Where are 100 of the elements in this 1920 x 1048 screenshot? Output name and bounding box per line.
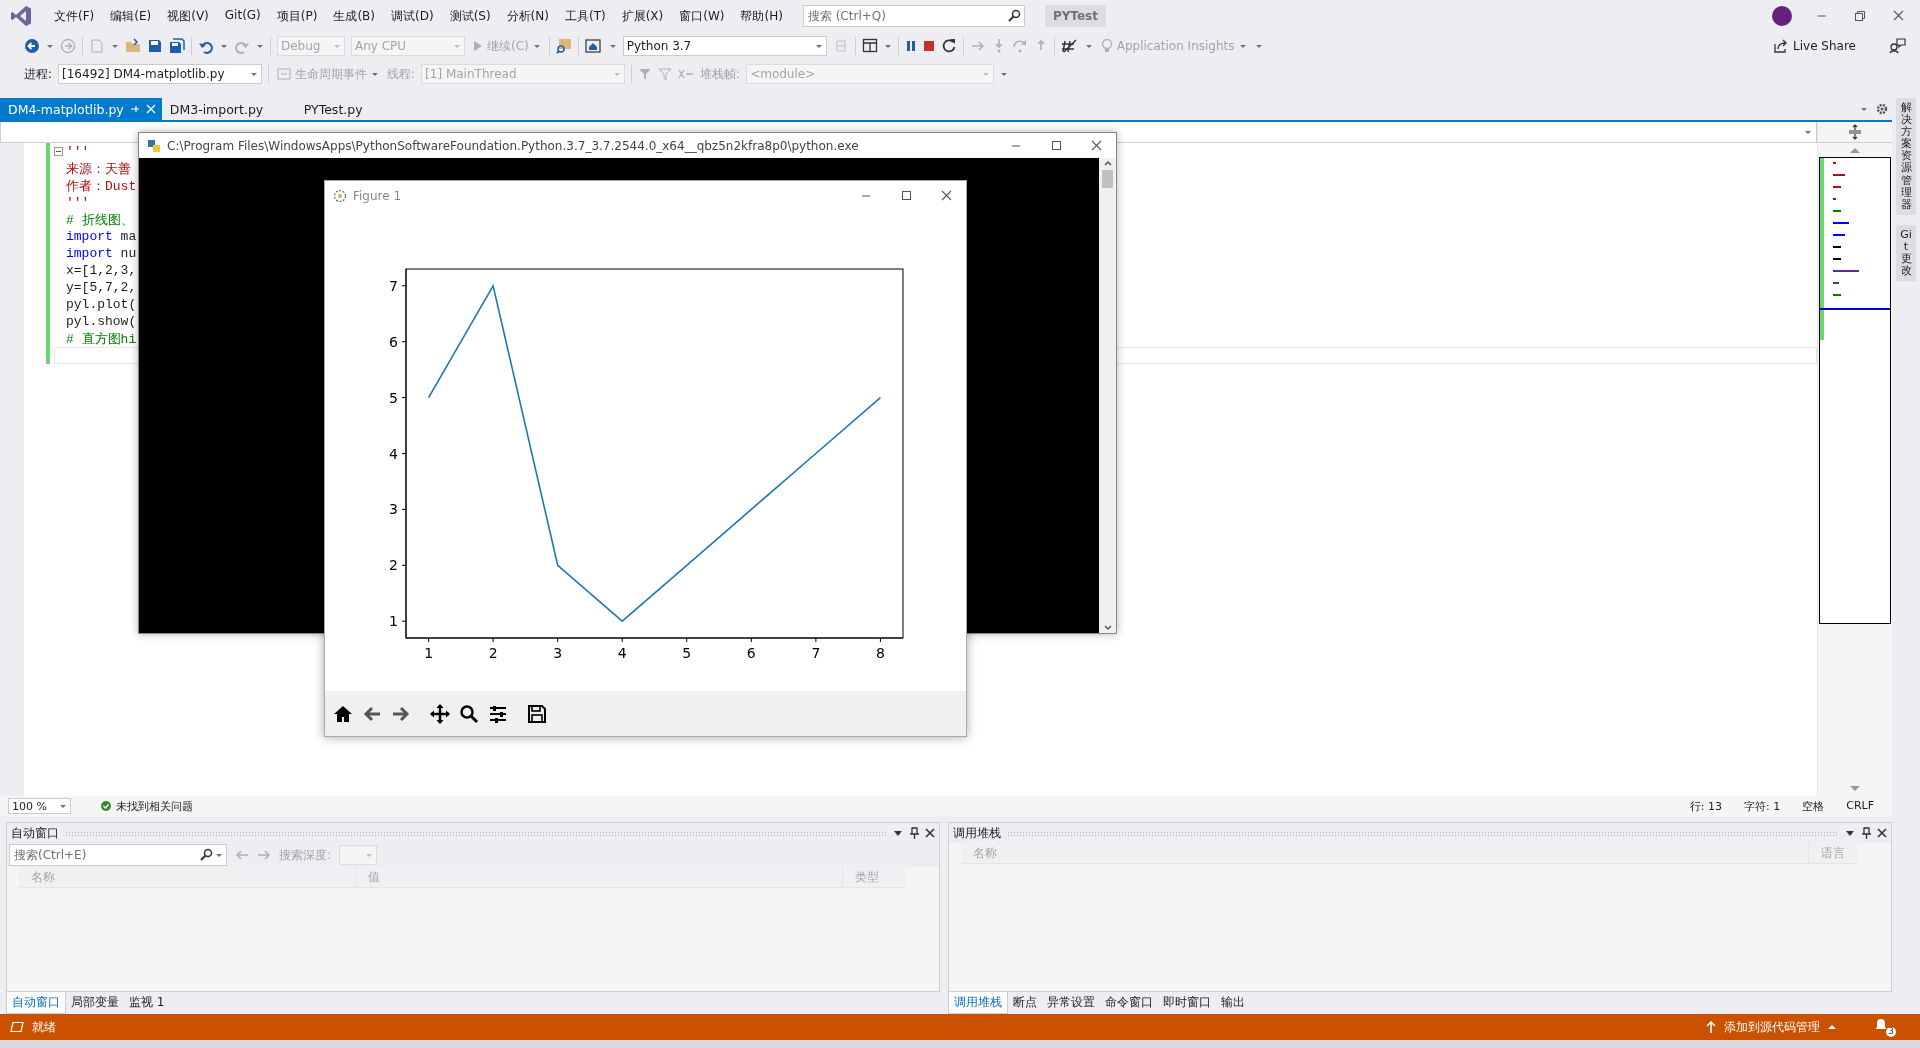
save-icon[interactable] xyxy=(526,703,547,724)
scroll-down-icon[interactable] xyxy=(1102,623,1113,633)
panel-tab[interactable]: 监视 1 xyxy=(124,992,170,1013)
back-icon[interactable] xyxy=(24,38,40,54)
find-icon[interactable] xyxy=(555,38,572,54)
search-field[interactable]: 搜索 (Ctrl+Q) xyxy=(802,5,1025,27)
restore-icon[interactable] xyxy=(1854,10,1866,22)
maximize-icon[interactable] xyxy=(1050,139,1062,152)
hex-icon[interactable] xyxy=(1060,38,1079,54)
menu-item[interactable]: 文件(F) xyxy=(46,4,103,28)
panel-tab[interactable]: 输出 xyxy=(1216,992,1250,1013)
y-tick-label: 2 xyxy=(389,557,398,574)
notification-count: 3 xyxy=(1886,1027,1896,1037)
split-icon[interactable] xyxy=(1848,124,1862,140)
x-tick-label: 1 xyxy=(424,645,434,661)
caret-icon[interactable] xyxy=(220,42,228,50)
notifications-button[interactable]: 3 xyxy=(1874,1017,1896,1037)
caret-icon[interactable] xyxy=(111,42,119,50)
menu-item[interactable]: 视图(V) xyxy=(159,4,217,28)
menu-item[interactable]: 生成(B) xyxy=(325,4,383,28)
dropdown-icon[interactable] xyxy=(1845,829,1855,837)
zoom-dropdown[interactable]: 100 % xyxy=(8,798,71,814)
live-share-button[interactable]: Live Share xyxy=(1771,38,1858,54)
caret-icon xyxy=(532,42,541,50)
menu-item[interactable]: 帮助(H) xyxy=(732,4,791,28)
menu-item[interactable]: 编辑(E) xyxy=(102,4,160,28)
menu-item[interactable]: 窗口(W) xyxy=(671,4,733,28)
environment-dropdown[interactable]: Python 3.7 xyxy=(622,36,827,56)
account-avatar[interactable] xyxy=(1772,6,1792,26)
save-icon[interactable] xyxy=(147,38,163,54)
close-icon[interactable] xyxy=(1877,828,1887,838)
maximize-icon[interactable] xyxy=(900,190,912,202)
save-all-icon[interactable] xyxy=(169,38,185,54)
scrollbar-thumb[interactable] xyxy=(1102,170,1113,188)
menu-item[interactable]: 项目(P) xyxy=(268,4,326,28)
scrollbar[interactable] xyxy=(1099,158,1116,633)
panel-tab[interactable]: 自动窗口 xyxy=(6,992,66,1014)
indent-mode[interactable]: 空格 xyxy=(1802,798,1825,814)
settings-icon[interactable] xyxy=(1876,103,1888,115)
caret-icon[interactable] xyxy=(46,42,54,50)
feedback-icon[interactable] xyxy=(1888,38,1906,54)
code-line: ''' xyxy=(66,195,90,210)
menu-item[interactable]: 工具(T) xyxy=(556,4,614,28)
caret-icon[interactable] xyxy=(1084,42,1093,50)
panel-tab[interactable]: 命令窗口 xyxy=(1100,992,1158,1013)
scroll-up-icon[interactable] xyxy=(1102,158,1113,168)
code-line: ''' xyxy=(66,144,90,159)
caret-icon[interactable] xyxy=(1860,105,1868,113)
layout-icon[interactable] xyxy=(861,38,878,54)
restart-icon[interactable] xyxy=(940,38,957,54)
panel-tab[interactable]: 异常设置 xyxy=(1042,992,1100,1013)
close-icon[interactable] xyxy=(940,190,952,202)
menu-item[interactable]: 分析(N) xyxy=(498,4,557,28)
panel-tab[interactable]: 即时窗口 xyxy=(1158,992,1216,1013)
close-icon[interactable] xyxy=(925,828,935,838)
y-tick xyxy=(401,620,407,622)
close-icon[interactable] xyxy=(1090,139,1102,152)
caret-icon[interactable] xyxy=(883,42,892,50)
code-minimap-drawing[interactable] xyxy=(1819,157,1891,624)
side-panel-tab[interactable]: 解决方案资源管理器 xyxy=(1896,98,1916,215)
visual-studio-logo[interactable] xyxy=(10,5,32,27)
pin-icon[interactable] xyxy=(1861,827,1871,839)
caret-icon[interactable] xyxy=(215,851,223,859)
side-panel-tab[interactable]: Git 更改 xyxy=(1896,224,1916,282)
dropdown-icon[interactable] xyxy=(893,829,903,837)
menu-item[interactable]: 调试(D) xyxy=(383,4,442,28)
panel-tab[interactable]: 断点 xyxy=(1008,992,1042,1013)
process-dropdown[interactable]: [16492] DM4-matplotlib.py xyxy=(58,64,263,84)
document-tab[interactable]: DM3-import.py xyxy=(161,98,296,120)
close-icon[interactable] xyxy=(1892,10,1904,22)
caret-icon xyxy=(333,42,341,50)
menu-item[interactable]: 测试(S) xyxy=(441,4,499,28)
source-control-button[interactable]: 添加到源代码管理 xyxy=(1706,1018,1836,1036)
panel-tab[interactable]: 局部变量 xyxy=(66,992,124,1013)
x-tick xyxy=(879,637,881,643)
x-tick-label: 5 xyxy=(682,645,692,661)
search-icon[interactable] xyxy=(1006,9,1021,23)
pin-icon[interactable] xyxy=(909,827,919,839)
panel-tab[interactable]: 调用堆栈 xyxy=(948,992,1008,1014)
y-tick xyxy=(401,341,407,343)
configure-icon[interactable] xyxy=(487,703,508,724)
home-icon[interactable] xyxy=(332,703,353,724)
x-tick xyxy=(557,637,559,643)
caret-icon[interactable] xyxy=(608,42,617,50)
search-field[interactable]: 搜索(Ctrl+E) xyxy=(9,844,227,866)
menu-item[interactable]: Git(G) xyxy=(216,4,269,28)
document-tab[interactable]: PYTest.py xyxy=(295,98,430,120)
zoom-icon[interactable] xyxy=(458,703,479,724)
pause-icon[interactable] xyxy=(904,39,917,53)
browser-icon[interactable] xyxy=(584,38,603,54)
caret-icon xyxy=(613,70,622,78)
search-icon[interactable] xyxy=(199,848,213,862)
panel-title: 自动窗口 xyxy=(11,824,59,842)
pan-icon[interactable] xyxy=(429,703,450,724)
line-ending[interactable]: CRLF xyxy=(1846,798,1874,814)
collapse-icon[interactable] xyxy=(54,146,64,157)
stop-icon[interactable] xyxy=(922,39,935,53)
menu-item[interactable]: 扩展(X) xyxy=(613,4,672,28)
folder-icon[interactable] xyxy=(125,38,141,54)
caret-icon[interactable] xyxy=(256,42,264,50)
